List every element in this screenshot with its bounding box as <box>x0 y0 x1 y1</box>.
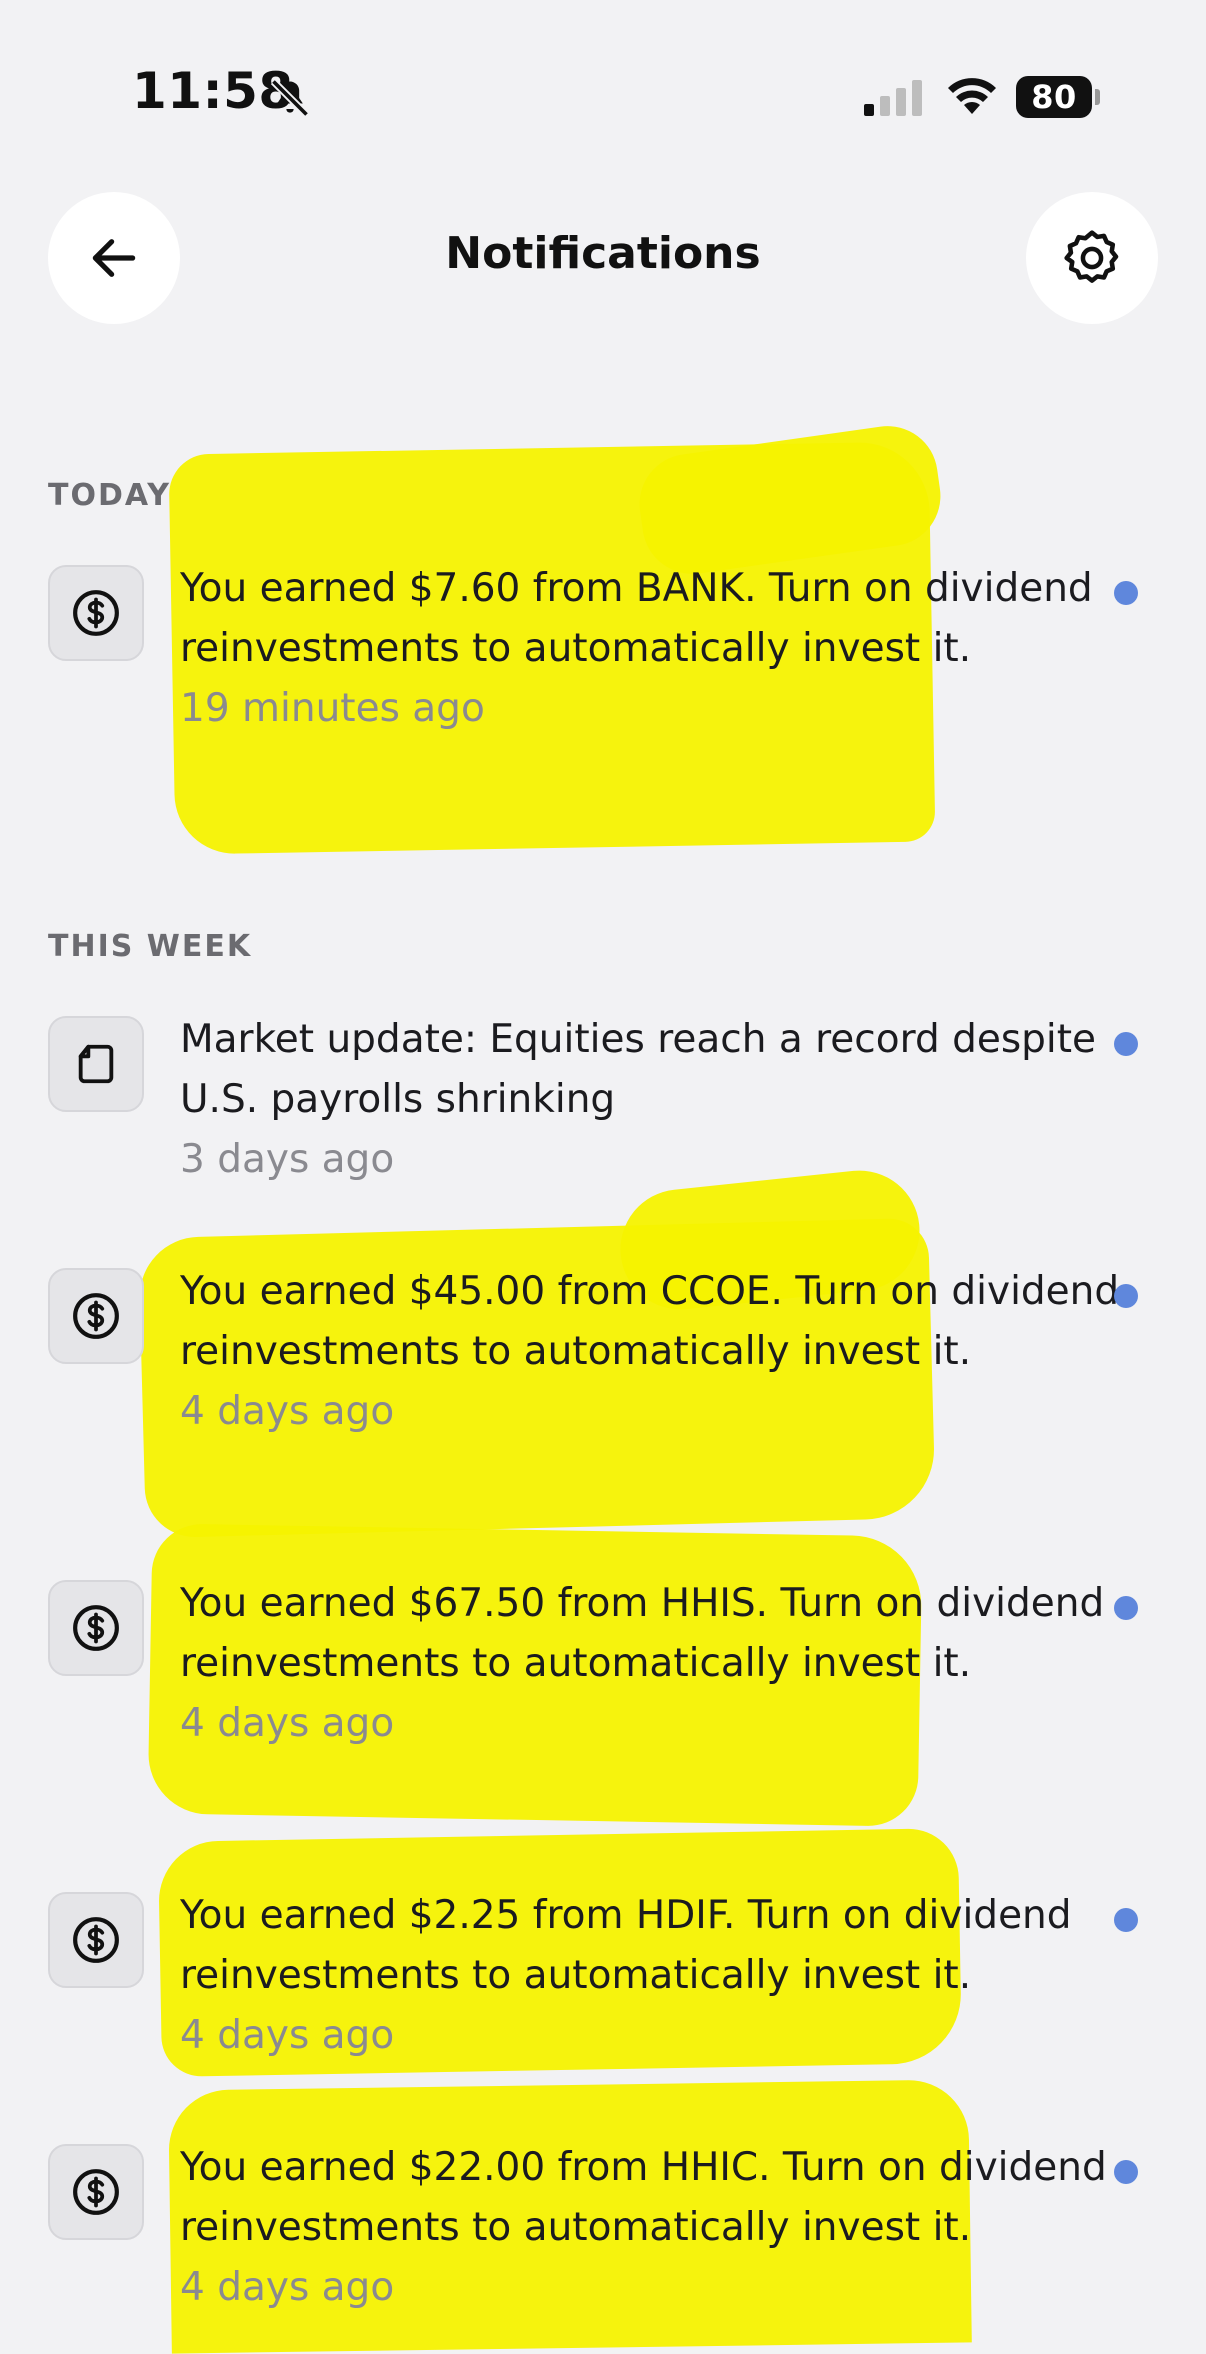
unread-dot <box>1114 1596 1138 1620</box>
dollar-icon <box>73 2169 119 2215</box>
dollar-icon <box>73 1605 119 1651</box>
notification-time: 19 minutes ago <box>180 686 485 731</box>
battery-cap <box>1095 89 1100 105</box>
signal-icon <box>864 80 922 116</box>
section-header-today: TODAY <box>48 478 171 513</box>
dollar-icon <box>73 1293 119 1339</box>
notification-message: You earned $45.00 from CCOE. Turn on div… <box>180 1269 1120 1374</box>
dollar-icon-badge <box>48 1268 144 1364</box>
notification-message: You earned $22.00 from HHIC. Turn on div… <box>180 2145 1107 2250</box>
dollar-icon <box>73 1917 119 1963</box>
unread-dot <box>1114 1284 1138 1308</box>
unread-dot <box>1114 1908 1138 1932</box>
notification-body: You earned $22.00 from HHIC. Turn on div… <box>180 2138 1120 2318</box>
battery-level: 80 <box>1016 76 1092 118</box>
notification-message: Market update: Equities reach a record d… <box>180 1017 1097 1122</box>
notification-time: 3 days ago <box>180 1137 395 1182</box>
notification-body: You earned $2.25 from HDIF. Turn on divi… <box>180 1886 1120 2066</box>
wifi-icon <box>948 78 996 114</box>
unread-dot <box>1114 581 1138 605</box>
notification-time: 4 days ago <box>180 1701 395 1746</box>
gear-icon <box>1064 230 1119 283</box>
status-bar: 11:58 80 <box>0 0 1206 120</box>
notification-body: Market update: Equities reach a record d… <box>180 1010 1120 1190</box>
notification-time: 4 days ago <box>180 2013 395 2058</box>
notification-message: You earned $67.50 from HHIS. Turn on div… <box>180 1581 1105 1686</box>
battery-icon: 80 <box>1016 76 1100 118</box>
dollar-icon-badge <box>48 2144 144 2240</box>
document-icon-badge <box>48 1016 144 1112</box>
unread-dot <box>1114 1032 1138 1056</box>
settings-button[interactable] <box>1026 192 1158 324</box>
notification-message: You earned $7.60 from BANK. Turn on divi… <box>180 566 1093 671</box>
dollar-icon-badge <box>48 1892 144 1988</box>
document-icon <box>78 1044 114 1084</box>
notification-time: 4 days ago <box>180 2265 395 2310</box>
section-header-this-week: THIS WEEK <box>48 929 253 964</box>
dollar-icon-badge <box>48 565 144 661</box>
notification-body: You earned $7.60 from BANK. Turn on divi… <box>180 559 1120 739</box>
dollar-icon <box>73 590 119 636</box>
notification-message: You earned $2.25 from HDIF. Turn on divi… <box>180 1893 1072 1998</box>
notification-time: 4 days ago <box>180 1389 395 1434</box>
notification-body: You earned $45.00 from CCOE. Turn on div… <box>180 1262 1120 1442</box>
notification-body: You earned $67.50 from HHIS. Turn on div… <box>180 1574 1120 1754</box>
dollar-icon-badge <box>48 1580 144 1676</box>
bell-off-icon <box>270 78 310 118</box>
unread-dot <box>1114 2160 1138 2184</box>
